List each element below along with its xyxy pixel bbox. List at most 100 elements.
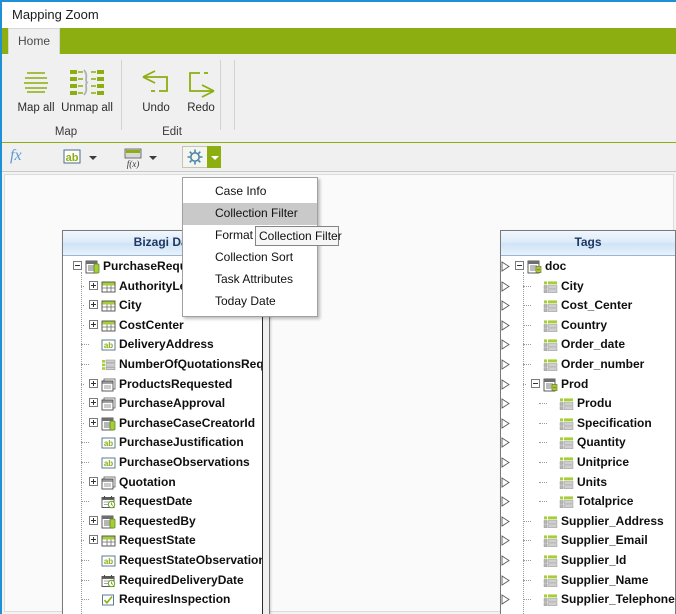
function-button[interactable]: f(x) — [120, 146, 144, 169]
map-arrow-icon[interactable] — [501, 398, 510, 410]
gear-dropdown-menu[interactable]: Case Info Collection Filter Format N Collec… — [182, 177, 318, 317]
expand-icon[interactable] — [89, 398, 98, 408]
map-arrow-icon[interactable] — [501, 535, 510, 547]
map-arrow-icon[interactable] — [501, 280, 510, 292]
tree-guide-tick — [539, 403, 547, 405]
svg-text:ab: ab — [104, 459, 113, 468]
tree-node[interactable]: Quantity — [501, 433, 675, 453]
menu-item-label: Case Info — [215, 184, 267, 198]
tree-node[interactable]: RequiredDeliveryDate — [63, 571, 269, 591]
tree-node[interactable]: ProductsRequested — [63, 375, 269, 395]
tree-node[interactable]: doc — [501, 257, 675, 277]
ribbon-tab-strip: Home — [2, 28, 676, 54]
map-arrow-icon[interactable] — [501, 339, 510, 351]
tree-node[interactable]: Quotation — [63, 473, 269, 493]
map-arrow-icon[interactable] — [501, 457, 510, 468]
svg-text:f(x): f(x) — [127, 159, 140, 169]
tree-node[interactable]: CostCenter — [63, 316, 269, 336]
entity-icon — [85, 260, 100, 274]
menu-item-case-info[interactable]: Case Info — [183, 181, 317, 203]
expand-icon[interactable] — [89, 319, 98, 329]
function-dropdown-caret[interactable] — [145, 146, 159, 168]
map-arrow-icon[interactable] — [501, 574, 510, 586]
tree-guide-tick — [539, 462, 547, 463]
tree-node-label: RequiresInspection — [119, 592, 231, 607]
xml-node-icon — [543, 339, 558, 352]
tree-node[interactable]: PurchaseCaseCreatorId — [63, 414, 269, 434]
tree-node-label: Quantity — [577, 435, 626, 450]
tree-guide-tick — [81, 599, 89, 601]
tree-node[interactable]: ab PurchaseJustification — [63, 433, 269, 453]
tree-node-label: Supplier_Name — [561, 572, 649, 587]
expand-icon[interactable] — [89, 378, 98, 388]
collapse-icon[interactable] — [531, 378, 540, 388]
tree-node[interactable]: PurchaseApproval — [63, 394, 269, 414]
tree-node[interactable]: ab DeliveryAddress — [63, 335, 269, 355]
tree-node[interactable]: ab RequestStateObservation — [63, 551, 269, 571]
redo-button[interactable]: Redo — [170, 60, 232, 122]
tree-guide-tick — [523, 540, 531, 542]
map-arrow-icon[interactable] — [501, 300, 510, 312]
svg-text:ab: ab — [104, 341, 113, 350]
map-arrow-icon[interactable] — [501, 594, 510, 606]
map-arrow-icon[interactable] — [501, 476, 510, 488]
map-arrow-icon[interactable] — [501, 417, 510, 429]
menu-item-collection-filter[interactable]: Collection Filter — [183, 203, 317, 225]
tree-node[interactable]: Units — [501, 473, 675, 493]
tab-home[interactable]: Home — [8, 28, 60, 54]
expand-icon[interactable] — [89, 535, 98, 545]
ribbon: Home Map all Unmap all Map Undo Redo Edi… — [2, 28, 676, 143]
collection-icon — [101, 378, 116, 392]
collapse-icon[interactable] — [73, 261, 82, 270]
menu-item-task-attributes[interactable]: Task Attributes — [183, 269, 317, 291]
tree-node[interactable]: Totalprice — [501, 492, 675, 512]
collapse-icon[interactable] — [515, 261, 524, 270]
gear-dropdown-caret[interactable] — [207, 146, 221, 168]
map-arrow-icon[interactable] — [501, 437, 510, 449]
table-icon — [101, 281, 116, 293]
tree-guide-tick — [81, 383, 84, 385]
expand-icon[interactable] — [89, 515, 98, 525]
tree-node[interactable]: Produ — [501, 394, 675, 414]
menu-item-collection-sort[interactable]: Collection Sort — [183, 247, 317, 269]
xml-node-icon — [543, 574, 558, 587]
gear-button[interactable] — [182, 146, 208, 168]
tree-node[interactable]: NumberOfQuotationsRequir — [63, 355, 269, 375]
expand-icon[interactable] — [89, 300, 98, 310]
tree-node[interactable]: TotalCost — [63, 610, 269, 614]
tree-node[interactable]: ab PurchaseObservations — [63, 453, 269, 473]
tree-node[interactable]: RequestState — [63, 531, 269, 551]
menu-item-today-date[interactable]: Today Date — [183, 291, 317, 313]
expand-icon[interactable] — [89, 417, 98, 427]
tree-node[interactable]: Unitprice — [501, 453, 675, 473]
tags-tree[interactable]: doc City Cost_Center Country Order_date Order… — [501, 256, 675, 614]
expand-icon[interactable] — [89, 476, 98, 486]
map-arrow-icon[interactable] — [501, 378, 510, 390]
tooltip-text: Collection Filter — [259, 229, 342, 243]
tree-node[interactable]: Specification — [501, 414, 675, 434]
fx-icon[interactable]: fx — [10, 147, 22, 165]
expand-icon[interactable] — [89, 280, 98, 290]
tree-node[interactable]: RequiresInspection — [63, 590, 269, 610]
map-arrow-icon[interactable] — [501, 555, 510, 566]
menu-item-label: Collection Filter — [215, 206, 298, 220]
tree-node-label: RequestState — [119, 533, 196, 548]
tree-node[interactable]: RequestDate — [63, 492, 269, 512]
tree-node-label: Supplier_Email — [561, 533, 648, 548]
map-arrow-icon[interactable] — [501, 319, 510, 331]
string-icon: ab — [101, 339, 116, 351]
ribbon-group-map-label: Map — [54, 126, 78, 138]
xml-node-icon — [559, 457, 574, 469]
map-arrow-icon[interactable] — [501, 359, 510, 370]
xml-node-icon — [543, 516, 558, 528]
ab-dropdown-caret[interactable] — [85, 146, 99, 168]
map-arrow-icon[interactable] — [501, 496, 510, 508]
tree-node[interactable]: RequestedBy — [63, 512, 269, 532]
map-arrow-icon[interactable] — [501, 515, 510, 527]
tree-node[interactable]: Prod — [501, 375, 675, 395]
tree-node-label: Specification — [577, 415, 652, 430]
map-arrow-icon[interactable] — [501, 261, 510, 272]
ab-string-button[interactable]: ab — [60, 146, 84, 168]
xml-node-icon — [559, 496, 574, 508]
unmap-all-button[interactable]: Unmap all — [56, 60, 118, 122]
